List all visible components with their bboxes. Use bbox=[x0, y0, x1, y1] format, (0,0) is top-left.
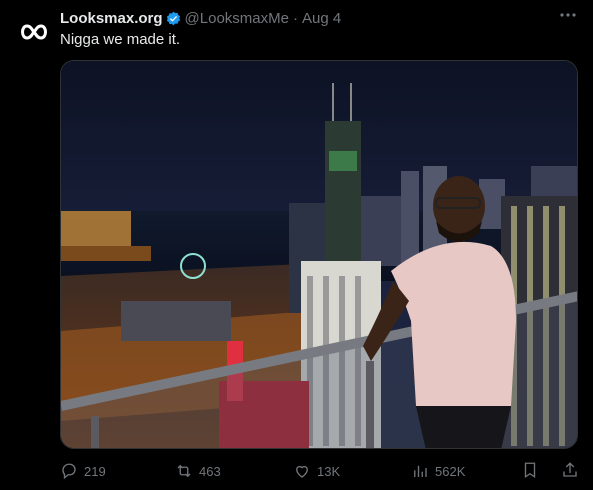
share-button[interactable] bbox=[561, 461, 579, 482]
heart-icon bbox=[296, 465, 308, 478]
retweet-button[interactable]: 463 bbox=[175, 462, 293, 480]
reply-icon bbox=[62, 463, 76, 480]
author-name[interactable]: Looksmax.org bbox=[60, 10, 163, 27]
more-dots-icon bbox=[560, 13, 576, 17]
more-options-button[interactable] bbox=[557, 4, 579, 26]
reply-count: 219 bbox=[84, 463, 106, 479]
author-handle[interactable]: @LooksmaxMe bbox=[185, 10, 289, 27]
reply-button[interactable]: 219 bbox=[60, 462, 175, 480]
views-chart-icon bbox=[414, 465, 427, 477]
retweet-count: 463 bbox=[199, 463, 221, 479]
like-button[interactable]: 13K bbox=[293, 462, 411, 480]
photo-night-skyline bbox=[61, 61, 577, 448]
view-count: 562K bbox=[435, 463, 466, 479]
bookmark-icon bbox=[524, 462, 536, 478]
bookmark-button[interactable] bbox=[521, 461, 539, 482]
views-button[interactable]: 562K bbox=[411, 462, 521, 480]
avatar[interactable] bbox=[14, 12, 54, 52]
share-icon bbox=[563, 461, 577, 477]
tweet-header: Looksmax.org @LooksmaxMe · Aug 4 bbox=[60, 8, 579, 28]
like-count: 13K bbox=[317, 463, 341, 479]
retweet-icon bbox=[177, 464, 191, 478]
separator: · bbox=[292, 9, 298, 27]
tweet-actions: 219 463 13K 562K bbox=[60, 460, 579, 482]
share-actions bbox=[521, 461, 579, 482]
tweet-timestamp[interactable]: Aug 4 bbox=[302, 10, 341, 27]
tweet-text: Nigga we made it. bbox=[60, 31, 181, 48]
verified-badge-icon bbox=[166, 11, 181, 26]
tweet-photo[interactable] bbox=[60, 60, 578, 449]
looksmax-logo-icon bbox=[21, 24, 47, 40]
